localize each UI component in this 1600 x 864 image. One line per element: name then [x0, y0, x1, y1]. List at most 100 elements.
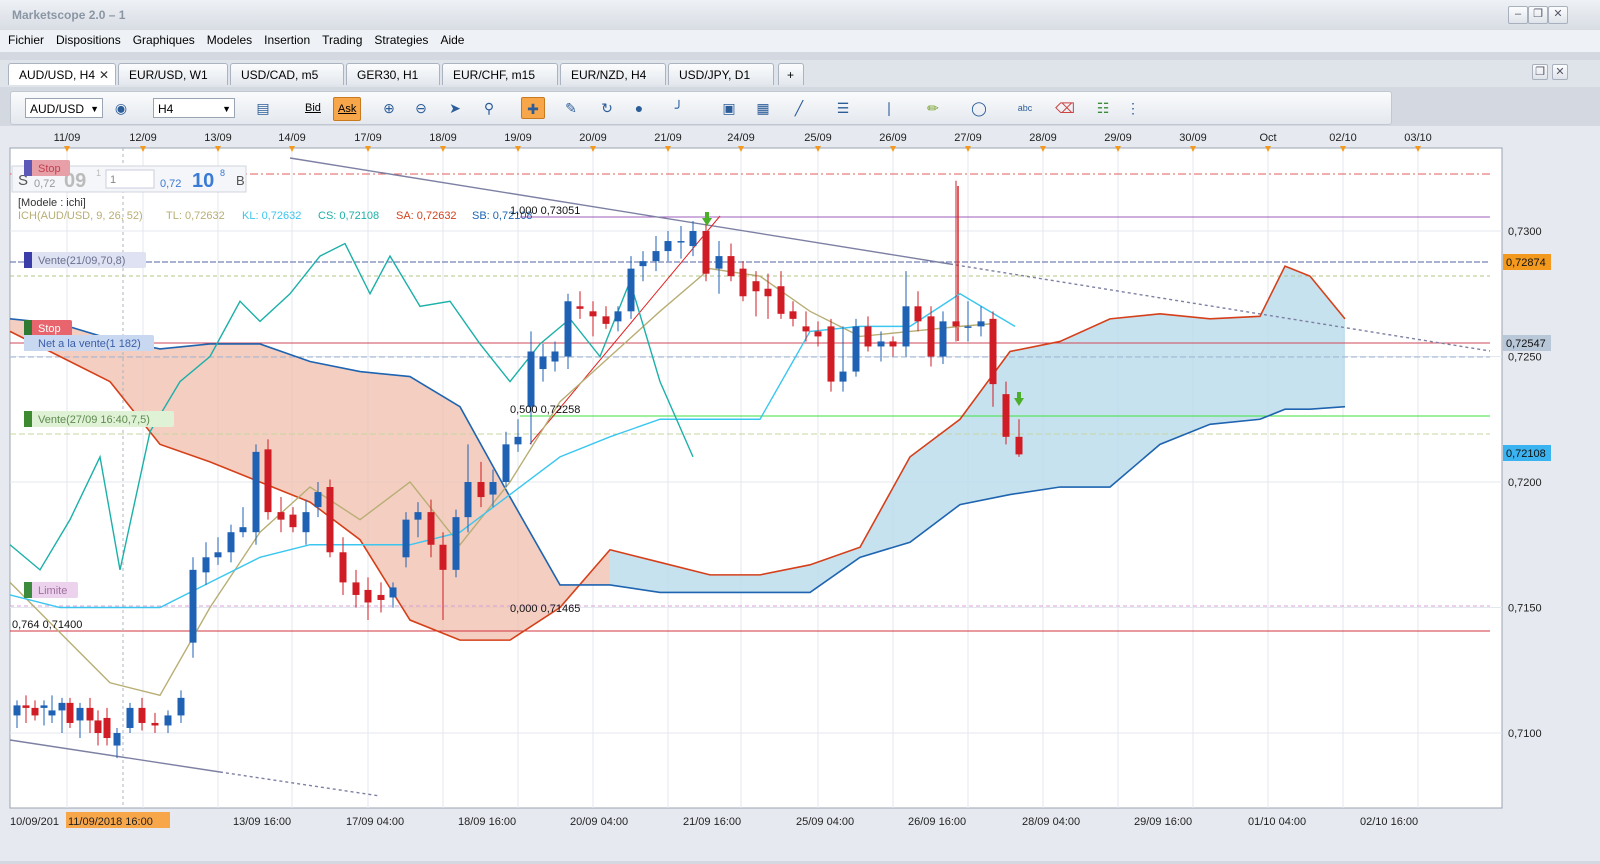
- menu-fichier[interactable]: Fichier: [2, 30, 50, 50]
- candle: [151, 722, 159, 726]
- tab-label: EUR/USD, W1: [129, 68, 208, 82]
- quote-sell-sup: 1: [96, 168, 101, 178]
- price-icon[interactable]: ◉: [109, 97, 133, 119]
- bid-button[interactable]: Bid: [301, 97, 325, 119]
- order-tag-net-marker: [24, 335, 32, 351]
- image-icon[interactable]: ▣: [717, 97, 741, 119]
- indicator-kl: KL: 0,72632: [242, 210, 301, 222]
- candle: [727, 256, 735, 277]
- zoom-out-icon[interactable]: ⊖: [409, 97, 433, 119]
- candle: [264, 449, 272, 513]
- top-date-label: 26/09: [879, 132, 907, 144]
- candle: [452, 517, 460, 570]
- candle: [126, 707, 134, 728]
- crosshair-icon[interactable]: ✚: [521, 97, 545, 119]
- candle: [576, 306, 584, 309]
- price-axis-label: 0,7250: [1508, 352, 1542, 364]
- level-label: 0,764 0,71400: [12, 619, 82, 631]
- top-date-label: 14/09: [278, 132, 306, 144]
- top-date-label: 12/09: [129, 132, 157, 144]
- restore-icon[interactable]: ❐: [1528, 6, 1548, 24]
- close-icon[interactable]: ✕: [1548, 6, 1568, 24]
- zoom-in-icon[interactable]: ⊕: [377, 97, 401, 119]
- shapes-icon[interactable]: ◯: [967, 97, 991, 119]
- candle: [113, 733, 121, 746]
- ask-button[interactable]: Ask: [333, 97, 362, 121]
- menu-strategies[interactable]: Strategies: [368, 30, 434, 50]
- close-tab-icon[interactable]: ✕: [99, 64, 109, 86]
- tab-usd-cad[interactable]: USD/CAD, m5: [230, 63, 344, 85]
- candle: [639, 261, 647, 267]
- menu-trading[interactable]: Trading: [316, 30, 368, 50]
- candle: [352, 582, 360, 595]
- candle: [764, 288, 772, 297]
- chart-type-icon[interactable]: ▤: [251, 97, 275, 119]
- candle: [289, 514, 297, 528]
- minimize-icon[interactable]: –: [1508, 6, 1528, 24]
- bottom-date-label: 02/10 16:00: [1360, 816, 1418, 828]
- candle: [227, 532, 235, 553]
- sync-icon[interactable]: ↻: [595, 97, 619, 119]
- tab-eur-usd[interactable]: EUR/USD, W1: [118, 63, 228, 85]
- tab-usd-jpy[interactable]: USD/JPY, D1: [668, 63, 774, 85]
- menu-insertion[interactable]: Insertion: [258, 30, 316, 50]
- fibonacci-icon[interactable]: ∣: [877, 97, 901, 119]
- top-date-label: 13/09: [204, 132, 232, 144]
- candle: [602, 316, 610, 324]
- eraser-icon[interactable]: ⌫: [1053, 97, 1077, 119]
- template-icon[interactable]: ▦: [751, 97, 775, 119]
- candle: [514, 436, 522, 445]
- zoom-fit-icon[interactable]: ⚲: [477, 97, 501, 119]
- timeframe-select[interactable]: H4 ▼: [153, 98, 235, 118]
- add-tab-button[interactable]: +: [778, 63, 804, 85]
- bottom-date-label: 10/09/201: [10, 816, 59, 828]
- ruler-icon[interactable]: ╯: [667, 97, 691, 119]
- text-icon[interactable]: abc: [1013, 97, 1037, 119]
- tab-eur-chf[interactable]: EUR/CHF, m15: [442, 63, 558, 85]
- chart-settings-icon[interactable]: ✎: [559, 97, 583, 119]
- cursor-icon[interactable]: ➤: [443, 97, 467, 119]
- tab-eur-nzd[interactable]: EUR/NZD, H4: [560, 63, 666, 85]
- instrument-select[interactable]: AUD/USD ▼: [25, 98, 103, 118]
- spread-value: 1: [110, 174, 116, 186]
- tab-aud-usd[interactable]: AUD/USD, H4 ✕: [8, 63, 116, 85]
- candle: [48, 710, 56, 716]
- globe-icon[interactable]: ●: [627, 97, 651, 119]
- chart-svg[interactable]: 11/09 12/09 13/09 14/09 17/09 18/09 19/09 20/09…: [0, 126, 1600, 861]
- candle: [539, 356, 547, 370]
- menu-bar: Fichier Dispositions Graphiques Modeles Inse…: [0, 30, 1600, 52]
- candle: [94, 720, 102, 733]
- levels-icon[interactable]: ☰: [831, 97, 855, 119]
- candle: [864, 326, 872, 347]
- menu-graphiques[interactable]: Graphiques: [127, 30, 201, 50]
- order-tag-stop-marker: [24, 320, 32, 336]
- tree-icon[interactable]: ☷: [1091, 97, 1115, 119]
- restore-chart-icon[interactable]: ❐: [1532, 64, 1548, 80]
- pencil-icon[interactable]: ✏: [921, 97, 945, 119]
- menu-aide[interactable]: Aide: [434, 30, 470, 50]
- candle: [564, 301, 572, 357]
- candle: [138, 707, 146, 723]
- price-axis-label: 0,7100: [1508, 728, 1542, 740]
- bottom-date-label: 17/09 04:00: [346, 816, 404, 828]
- bottom-date-label: 26/09 16:00: [908, 816, 966, 828]
- chart-area[interactable]: 11/09 12/09 13/09 14/09 17/09 18/09 19/09 20/09…: [0, 126, 1600, 861]
- candle: [914, 306, 922, 322]
- line-tools-icon[interactable]: ╱: [787, 97, 811, 119]
- top-date-label: 18/09: [429, 132, 457, 144]
- bottom-date-label: 25/09 04:00: [796, 816, 854, 828]
- order-tag-net: Net a la vente(1 182): [38, 338, 141, 350]
- quote-buy-small: 0,72: [160, 178, 181, 190]
- candle: [202, 557, 210, 573]
- tab-ger30[interactable]: GER30, H1: [346, 63, 440, 85]
- candle: [902, 306, 910, 347]
- candle: [752, 281, 760, 292]
- close-chart-icon[interactable]: ✕: [1552, 64, 1568, 80]
- candle: [339, 552, 347, 583]
- bottom-date-label: 21/09 16:00: [683, 816, 741, 828]
- menu-dispositions[interactable]: Dispositions: [50, 30, 127, 50]
- more-icon[interactable]: ⋮: [1121, 97, 1145, 119]
- tab-label: EUR/NZD, H4: [571, 68, 647, 82]
- menu-modeles[interactable]: Modeles: [201, 30, 258, 50]
- model-label: [Modele : ichi]: [18, 197, 86, 209]
